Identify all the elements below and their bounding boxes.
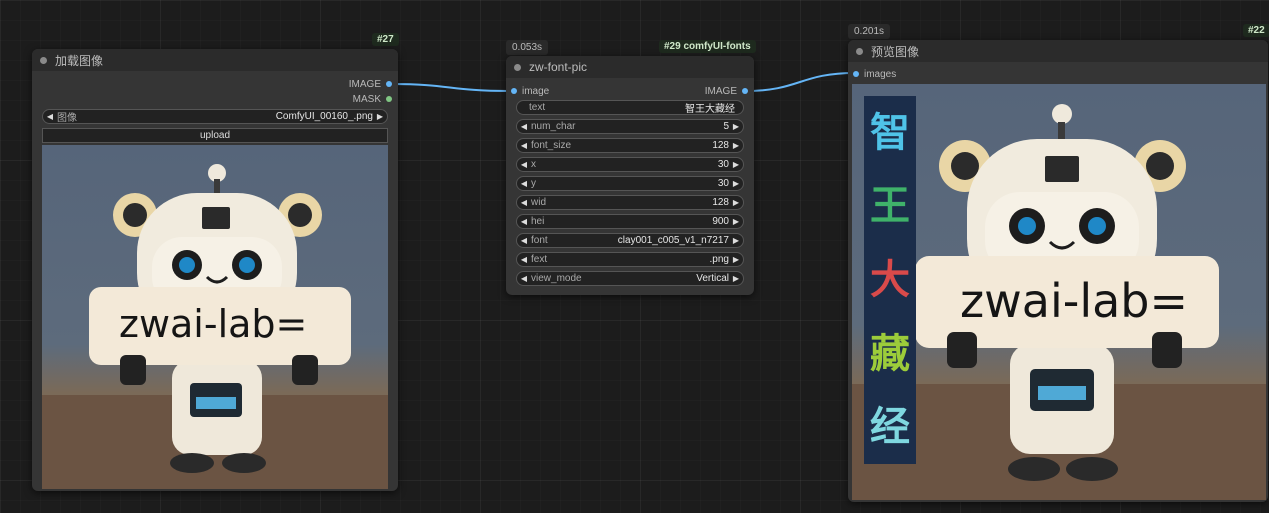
node-header[interactable]: zw-font-pic <box>506 56 754 78</box>
node-id-badge: #29 comfyUI-fonts <box>659 40 756 53</box>
output-label: IMAGE <box>348 78 381 90</box>
widget-label: font <box>531 235 548 246</box>
widget-label: y <box>531 178 536 189</box>
input-label: image <box>522 85 550 97</box>
vertical-char: 智 <box>870 109 910 156</box>
upload-button[interactable]: upload <box>42 128 388 143</box>
mask-slot-dot-icon[interactable] <box>386 96 392 102</box>
collapse-dot-icon[interactable] <box>40 56 47 64</box>
widget-value: 30 <box>717 159 729 170</box>
vertical-char: 王 <box>870 183 910 230</box>
input-slot-images[interactable]: images <box>853 67 896 81</box>
left-arrow-icon[interactable]: ◀ <box>43 112 57 121</box>
right-arrow-icon[interactable]: ▶ <box>729 122 743 131</box>
y-widget[interactable]: ◀ y 30 ▶ <box>516 176 744 191</box>
preview-image: 智 王 大 藏 经 zwai-lab= <box>852 84 1266 500</box>
left-arrow-icon[interactable]: ◀ <box>517 217 531 226</box>
image-slot-dot-icon[interactable] <box>511 88 517 94</box>
widget-label: view_mode <box>531 273 582 284</box>
output-slot-mask[interactable]: MASK <box>353 92 392 106</box>
hei-widget[interactable]: ◀ hei 900 ▶ <box>516 214 744 229</box>
widget-value: ComfyUI_00160_.png <box>275 111 373 122</box>
sign-text: zwai-lab= <box>960 274 1189 328</box>
node-title: zw-font-pic <box>529 60 588 74</box>
widget-label: fext <box>531 254 548 265</box>
widget-label: wid <box>531 197 547 208</box>
right-arrow-icon[interactable]: ▶ <box>729 236 743 245</box>
right-arrow-icon[interactable]: ▶ <box>729 255 743 264</box>
num-char-widget[interactable]: ◀ num_char 5 ▶ <box>516 119 744 134</box>
left-arrow-icon[interactable]: ◀ <box>517 160 531 169</box>
wid-widget[interactable]: ◀ wid 128 ▶ <box>516 195 744 210</box>
image-slot-dot-icon[interactable] <box>853 71 859 77</box>
left-arrow-icon[interactable]: ◀ <box>517 179 531 188</box>
right-arrow-icon[interactable]: ▶ <box>729 141 743 150</box>
right-arrow-icon[interactable]: ▶ <box>729 198 743 207</box>
widget-label: x <box>531 159 536 170</box>
load-image-node[interactable]: 加载图像 IMAGE MASK ◀ 图像 ComfyUI_00160_.png … <box>32 49 398 491</box>
widget-label: font_size <box>531 140 572 151</box>
sign-text: zwai-lab= <box>119 302 308 346</box>
right-arrow-icon[interactable]: ▶ <box>729 160 743 169</box>
widget-value: 128 <box>712 197 729 208</box>
left-arrow-icon[interactable]: ◀ <box>517 236 531 245</box>
widget-value: .png <box>709 254 729 265</box>
execution-time: 0.201s <box>848 24 891 39</box>
x-widget[interactable]: ◀ x 30 ▶ <box>516 157 744 172</box>
right-arrow-icon[interactable]: ▶ <box>729 274 743 283</box>
input-slot-image[interactable]: image <box>511 84 549 98</box>
view-mode-widget[interactable]: ◀ view_mode Vertical ▶ <box>516 271 744 286</box>
image-combo-widget[interactable]: ◀ 图像 ComfyUI_00160_.png ▶ <box>42 109 388 124</box>
font-size-widget[interactable]: ◀ font_size 128 ▶ <box>516 138 744 153</box>
left-arrow-icon[interactable]: ◀ <box>517 274 531 283</box>
left-arrow-icon[interactable]: ◀ <box>517 141 531 150</box>
input-label: images <box>864 68 897 80</box>
right-arrow-icon[interactable]: ▶ <box>373 112 387 121</box>
image-link-load-to-font <box>391 83 511 92</box>
widget-value: 30 <box>717 178 729 189</box>
widget-label: hei <box>531 216 545 227</box>
widget-label: num_char <box>531 121 576 132</box>
vertical-char: 经 <box>870 404 910 451</box>
widget-value: clay001_c005_v1_n7217 <box>617 235 729 246</box>
widget-label: text <box>529 102 546 113</box>
vertical-char: 大 <box>870 256 910 303</box>
left-arrow-icon[interactable]: ◀ <box>517 198 531 207</box>
right-arrow-icon[interactable]: ▶ <box>729 179 743 188</box>
node-id-badge: #27 <box>372 33 399 46</box>
image-slot-dot-icon[interactable] <box>742 88 748 94</box>
vertical-text-strip: 智 王 大 藏 经 <box>864 96 916 464</box>
image-slot-dot-icon[interactable] <box>386 81 392 87</box>
output-label: MASK <box>352 93 381 105</box>
node-title: 预览图像 <box>871 44 920 59</box>
collapse-dot-icon[interactable] <box>856 47 863 55</box>
right-arrow-icon[interactable]: ▶ <box>729 217 743 226</box>
widget-value: 智王大藏经 <box>685 104 735 115</box>
node-header[interactable]: 预览图像 <box>848 40 1268 62</box>
widget-label: 图像 <box>57 113 77 124</box>
loaded-image: zwai-lab= <box>42 145 388 489</box>
left-arrow-icon[interactable]: ◀ <box>517 122 531 131</box>
output-slot-image[interactable]: IMAGE <box>349 77 392 91</box>
image-link-font-to-preview <box>744 72 856 92</box>
node-header[interactable]: 加载图像 <box>32 49 398 71</box>
execution-time: 0.053s <box>506 40 549 55</box>
widget-value: 900 <box>712 216 729 227</box>
font-pic-node[interactable]: zw-font-pic image IMAGE text 智王大藏经 ◀ num… <box>506 56 754 295</box>
fext-widget[interactable]: ◀ fext .png ▶ <box>516 252 744 267</box>
node-title: 加载图像 <box>55 53 104 68</box>
font-widget[interactable]: ◀ font clay001_c005_v1_n7217 ▶ <box>516 233 744 248</box>
collapse-dot-icon[interactable] <box>514 63 521 71</box>
output-slot-image[interactable]: IMAGE <box>705 84 748 98</box>
text-widget[interactable]: text 智王大藏经 <box>516 100 744 115</box>
widget-value: 128 <box>712 140 729 151</box>
output-label: IMAGE <box>704 85 737 97</box>
vertical-char: 藏 <box>870 330 910 377</box>
left-arrow-icon[interactable]: ◀ <box>517 255 531 264</box>
node-id-badge: #22 <box>1243 24 1269 37</box>
preview-image-node[interactable]: 预览图像 images 智 王 大 藏 经 zwai-lab= <box>848 40 1268 502</box>
widget-value: Vertical <box>696 273 729 284</box>
